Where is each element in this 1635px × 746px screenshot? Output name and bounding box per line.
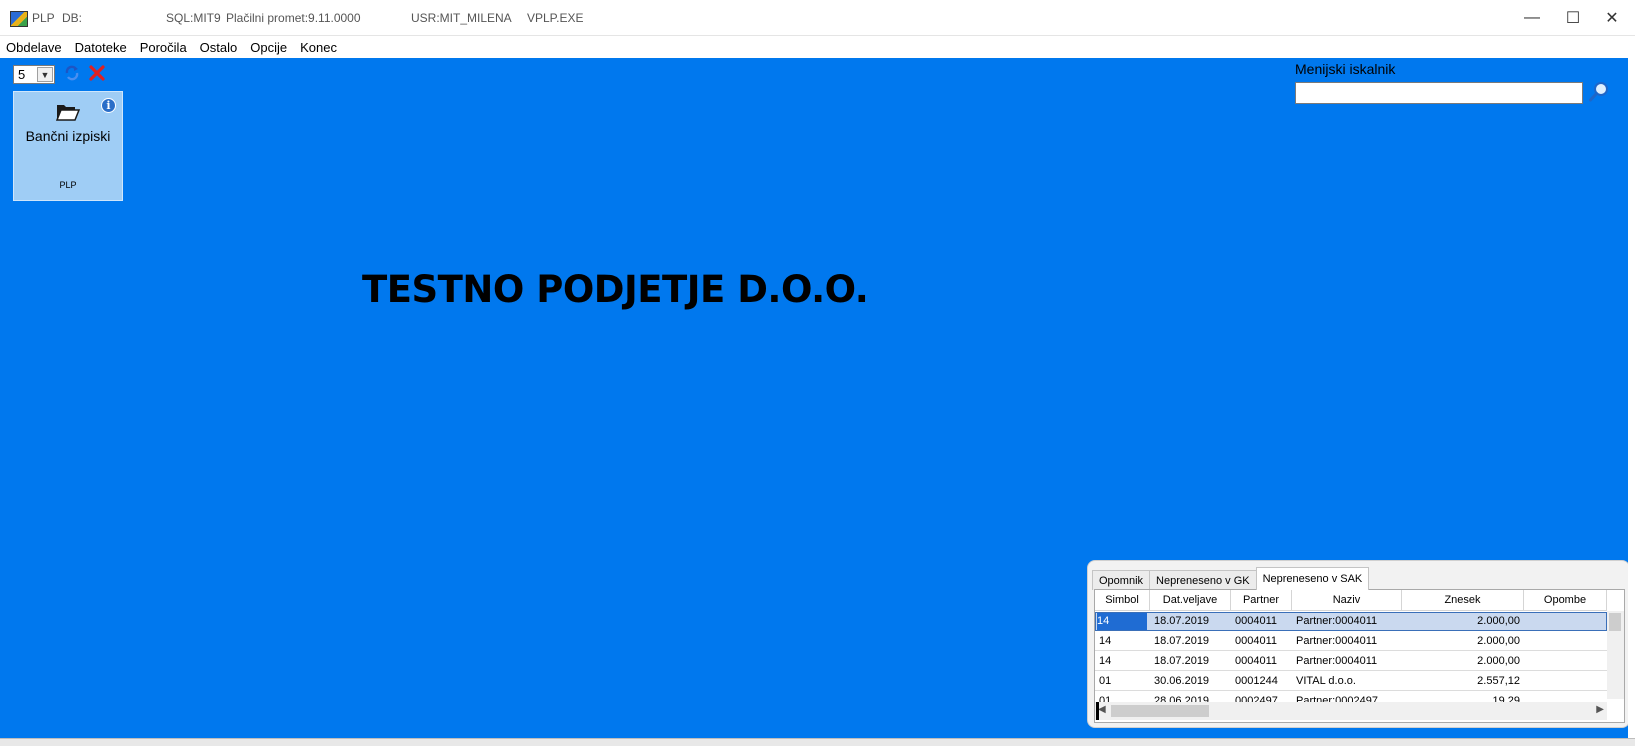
tab-nepreneseno-sak[interactable]: Nepreneseno v SAK	[1255, 567, 1370, 590]
app-icon	[10, 11, 28, 27]
horizontal-scrollbar[interactable]: ◀ ▶	[1095, 702, 1607, 720]
cell-opombe	[1524, 652, 1607, 671]
window-right-edge	[1628, 58, 1635, 746]
delete-icon[interactable]	[88, 64, 106, 82]
cell-partner: 0004011	[1231, 652, 1292, 671]
title-exe: VPLP.EXE	[527, 11, 584, 25]
table-row[interactable]: 14 18.07.2019 0004011 Partner:0004011 2.…	[1095, 612, 1607, 631]
tile-count-value: 5	[18, 67, 26, 82]
cell-znesek: 2.000,00	[1402, 652, 1524, 671]
panel-tabs: Opomnik Nepreneseno v GK Nepreneseno v S…	[1092, 567, 1370, 590]
cell-opombe	[1524, 632, 1607, 651]
cell-simbol[interactable]: 14	[1097, 612, 1147, 630]
horizontal-scroll-thumb[interactable]	[1111, 705, 1209, 717]
col-simbol[interactable]: Simbol	[1095, 590, 1150, 611]
cell-simbol: 01	[1095, 672, 1150, 691]
title-db: DB:	[62, 11, 83, 25]
company-name: TESTNO PODJETJE D.O.O.	[362, 268, 869, 311]
search-label: Menijski iskalnik	[1295, 61, 1396, 77]
cell-dat-veljave: 18.07.2019	[1150, 612, 1231, 631]
title-bar: PLP DB: SQL:MIT9 Plačilni promet:9.11.00…	[0, 0, 1635, 36]
tab-nepreneseno-gk[interactable]: Nepreneseno v GK	[1149, 570, 1257, 590]
cell-znesek: 2.000,00	[1402, 632, 1524, 651]
title-promet: Plačilni promet:9.11.0000	[226, 11, 361, 25]
open-folder-icon	[56, 105, 80, 121]
grid-header: Simbol Dat.veljave Partner Naziv Znesek …	[1095, 590, 1607, 611]
cell-dat-veljave: 18.07.2019	[1150, 652, 1231, 671]
menu-konec[interactable]: Konec	[300, 40, 337, 55]
cell-partner: 0004011	[1231, 612, 1292, 631]
cell-opombe	[1524, 672, 1607, 691]
chevron-down-icon[interactable]: ▼	[37, 67, 53, 82]
data-grid: Simbol Dat.veljave Partner Naziv Znesek …	[1094, 589, 1625, 723]
scroll-right-icon[interactable]: ▶	[1596, 704, 1604, 715]
menu-obdelave[interactable]: Obdelave	[6, 40, 62, 55]
title-user: USR:MIT_MILENA	[411, 11, 512, 25]
col-opombe[interactable]: Opombe	[1524, 590, 1607, 611]
tile-title: Bančni izpiski	[25, 128, 111, 144]
menu-ostalo[interactable]: Ostalo	[200, 40, 238, 55]
table-row[interactable]: 14 18.07.2019 0004011 Partner:0004011 2.…	[1095, 652, 1607, 671]
title-sql: SQL:MIT9	[166, 11, 221, 25]
table-row[interactable]: 14 18.07.2019 0004011 Partner:0004011 2.…	[1095, 632, 1607, 651]
text-caret	[1096, 702, 1099, 720]
cell-naziv: Partner:0004011	[1292, 612, 1402, 631]
cell-znesek: 2.557,12	[1402, 672, 1524, 691]
search-icon[interactable]	[1588, 81, 1610, 103]
menu-opcije[interactable]: Opcije	[250, 40, 287, 55]
tile-subtitle: PLP	[59, 180, 77, 190]
cell-dat-veljave: 18.07.2019	[1150, 632, 1231, 651]
cell-simbol: 14	[1095, 652, 1150, 671]
refresh-icon[interactable]	[63, 64, 81, 82]
cell-naziv: Partner:0004011	[1292, 652, 1402, 671]
cell-dat-veljave: 30.06.2019	[1150, 672, 1231, 691]
cell-znesek: 2.000,00	[1402, 612, 1524, 631]
reminder-panel: Opomnik Nepreneseno v GK Nepreneseno v S…	[1087, 560, 1630, 728]
cell-naziv: Partner:0004011	[1292, 632, 1402, 651]
tile-bancni-izpiski[interactable]: i Bančni izpiski PLP	[13, 91, 123, 201]
col-naziv[interactable]: Naziv	[1292, 590, 1402, 611]
cell-naziv: VITAL d.o.o.	[1292, 672, 1402, 691]
info-icon[interactable]: i	[101, 98, 116, 113]
menu-bar: Obdelave Datoteke Poročila Ostalo Opcije…	[0, 36, 1635, 58]
tile-count-select[interactable]: 5 ▼	[13, 65, 55, 84]
minimize-button[interactable]: —	[1509, 0, 1555, 36]
cell-opombe	[1524, 612, 1607, 631]
cell-simbol: 14	[1095, 632, 1150, 651]
vertical-scroll-thumb[interactable]	[1609, 613, 1621, 631]
cell-partner: 0001244	[1231, 672, 1292, 691]
col-partner[interactable]: Partner	[1231, 590, 1292, 611]
col-znesek[interactable]: Znesek	[1402, 590, 1524, 611]
menu-porocila[interactable]: Poročila	[140, 40, 187, 55]
table-row[interactable]: 01 30.06.2019 0001244 VITAL d.o.o. 2.557…	[1095, 672, 1607, 691]
menu-datoteke[interactable]: Datoteke	[75, 40, 127, 55]
title-app: PLP	[32, 11, 55, 25]
main-area: 5 ▼ i Bančni izpiski PLP TESTNO PODJETJE…	[0, 58, 1630, 738]
tab-opomnik[interactable]: Opomnik	[1092, 570, 1151, 590]
col-dat-veljave[interactable]: Dat.veljave	[1150, 590, 1231, 611]
vertical-scrollbar[interactable]	[1607, 611, 1624, 699]
cell-partner: 0004011	[1231, 632, 1292, 651]
close-window-button[interactable]: ✕	[1589, 0, 1635, 36]
menu-search-input[interactable]	[1295, 82, 1583, 104]
status-bar	[0, 738, 1635, 746]
scroll-left-icon[interactable]: ◀	[1098, 704, 1106, 715]
